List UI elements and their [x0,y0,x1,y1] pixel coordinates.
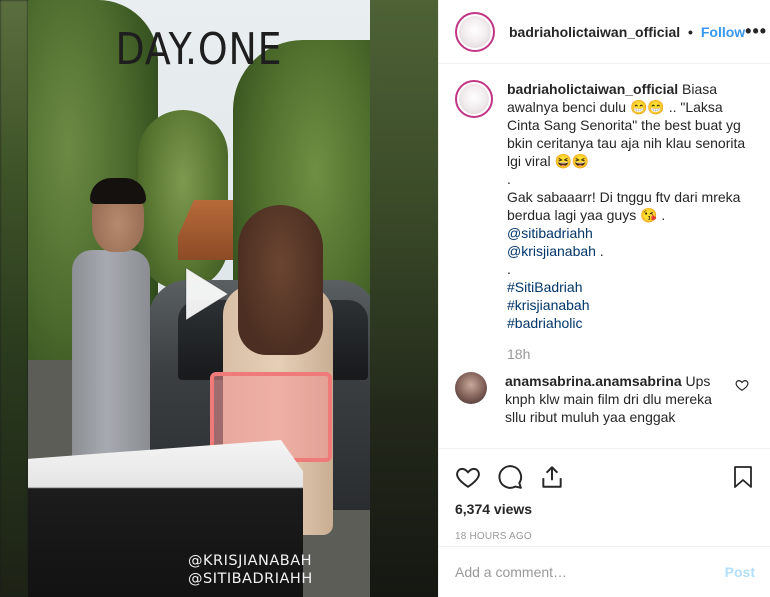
caption-avatar[interactable] [455,80,493,118]
hashtag-link[interactable]: #badriaholic [507,315,583,331]
add-comment-bar: Post [439,546,770,597]
caption-username[interactable]: badriaholictaiwan_official [507,81,678,97]
caption-dot: . [507,261,511,277]
scene-woman-hair [238,205,323,355]
view-count[interactable]: 6,374 views [455,501,755,517]
like-comment-heart-icon[interactable] [735,378,749,392]
caption-body-2: Gak sabaaarr! Di tnggu ftv dari mreka be… [507,189,741,223]
post-timestamp[interactable]: 18 HOURS AGO [455,531,755,542]
bookmark-icon[interactable] [731,464,755,490]
media-blur-left [0,0,28,597]
post-media[interactable]: DAY.ONE @KRISJIANABAH @SITIBADRIAHH [0,0,438,597]
action-icons [455,457,755,497]
avatar-image [459,84,489,114]
overlay-title: DAY.ONE [115,24,283,75]
follow-button[interactable]: Follow [701,24,745,40]
scene-man-hair [90,178,146,204]
comment-item: anamsabrina.anamsabrina Ups knph klw mai… [455,372,755,426]
instagram-post: DAY.ONE @KRISJIANABAH @SITIBADRIAHH badr… [0,0,770,597]
overlay-tag: @SITIBADRIAHH [188,571,313,587]
caption-time[interactable]: 18h [507,346,755,362]
mention-link[interactable]: @sitibadriahh [507,225,593,241]
avatar-image [459,15,491,48]
header-separator: • [688,23,693,40]
comment-bubble-icon[interactable] [497,464,523,490]
overlay-tag: @KRISJIANABAH [188,553,313,569]
header-username[interactable]: badriaholictaiwan_official [509,24,680,40]
caption-text: badriaholictaiwan_official Biasa awalnya… [507,80,747,332]
overlay-tags: @KRISJIANABAH @SITIBADRIAHH [188,552,313,588]
mention-link[interactable]: @krisjianabah [507,243,596,259]
more-options-icon[interactable]: ••• [745,21,767,42]
caption: badriaholictaiwan_official Biasa awalnya… [455,80,755,332]
post-actions: 6,374 views 18 HOURS AGO [439,448,770,542]
mention-suffix: . [595,243,604,259]
avatar[interactable] [455,11,495,52]
comment-text: anamsabrina.anamsabrina Ups knph klw mai… [505,372,729,426]
media-blur-right [370,0,438,597]
post-comment-button[interactable]: Post [725,564,755,580]
comment-username[interactable]: anamsabrina.anamsabrina [505,373,682,389]
scene-man [72,250,150,460]
hashtag-link[interactable]: #SitiBadriah [507,279,583,295]
like-heart-icon[interactable] [455,464,481,490]
video-frame[interactable]: DAY.ONE @KRISJIANABAH @SITIBADRIAHH [28,0,370,597]
caption-dot: . [507,171,511,187]
share-icon[interactable] [539,464,565,490]
add-comment-input[interactable] [455,564,725,580]
header-username-row: badriaholictaiwan_official • Follow [509,24,745,40]
commenter-avatar[interactable] [455,372,487,404]
post-side-panel: badriaholictaiwan_official • Follow ••• … [438,0,770,597]
comments-section[interactable]: badriaholictaiwan_official Biasa awalnya… [439,64,770,448]
play-icon[interactable] [172,262,236,326]
post-header: badriaholictaiwan_official • Follow ••• [439,0,770,64]
hashtag-link[interactable]: #krisjianabah [507,297,590,313]
